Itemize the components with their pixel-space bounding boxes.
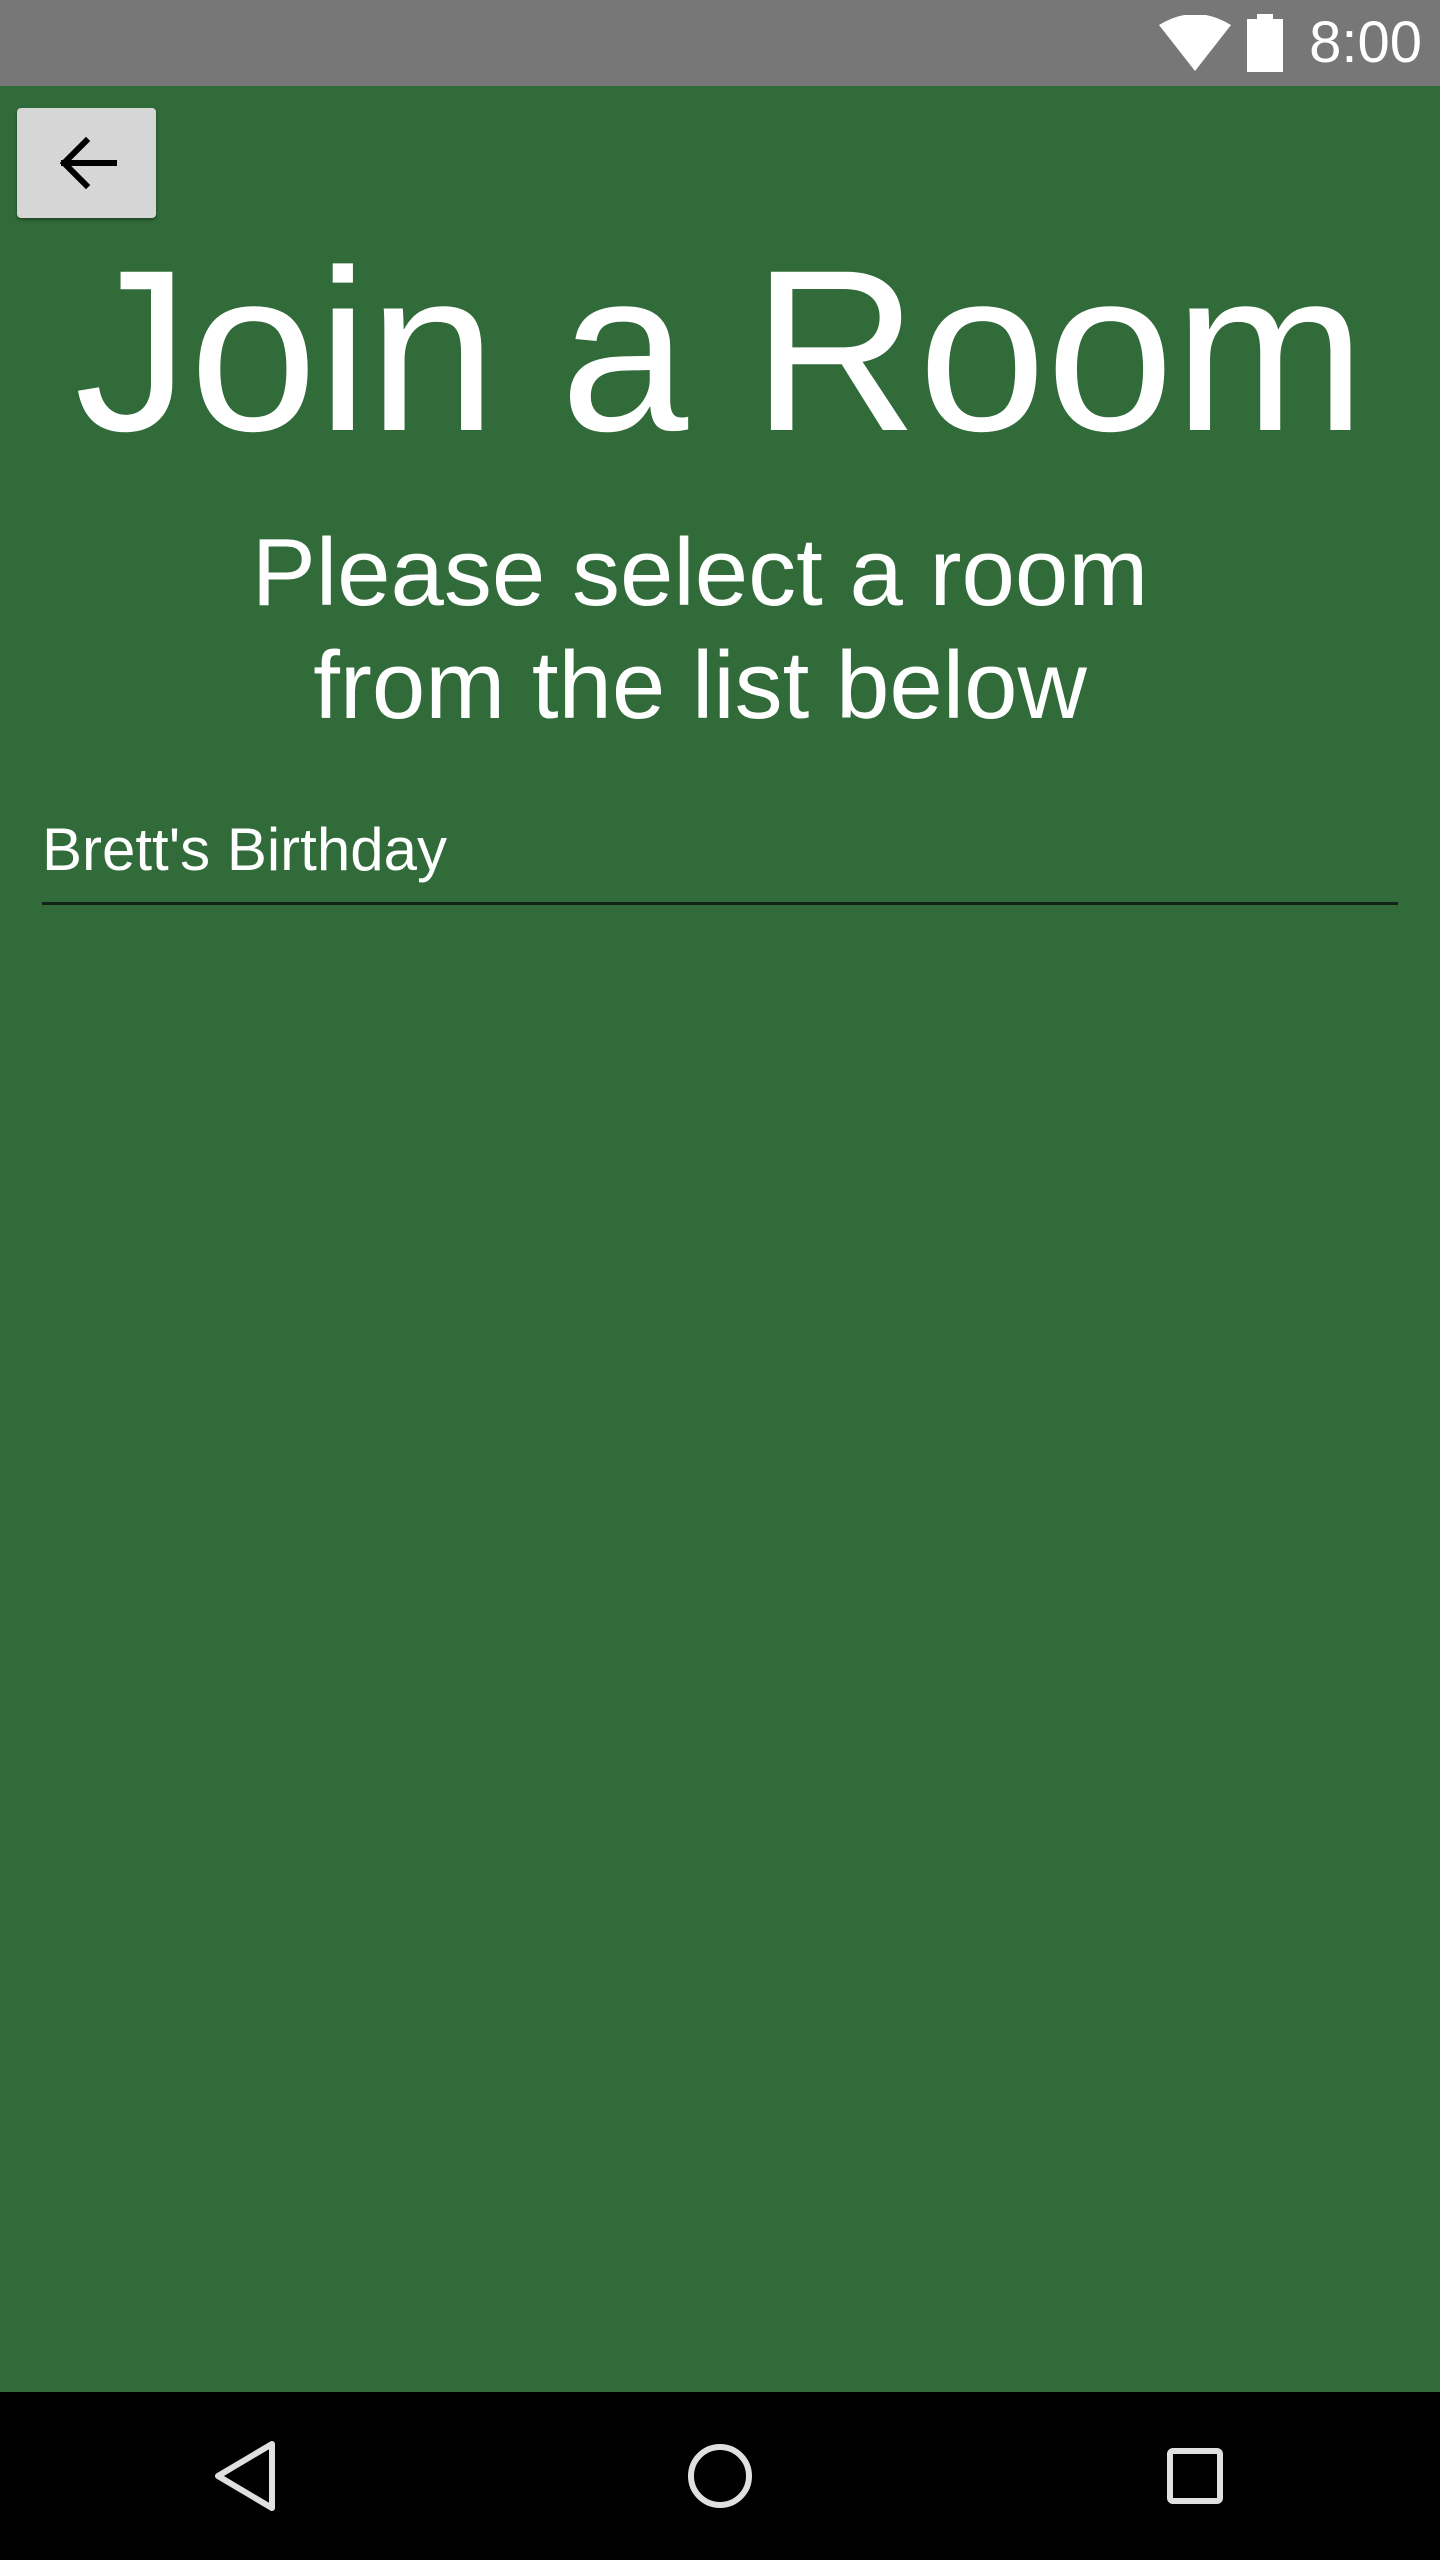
status-icons: 8:00 bbox=[1159, 0, 1422, 86]
page-title: Join a Room bbox=[74, 222, 1366, 479]
nav-recents-button[interactable] bbox=[1135, 2416, 1255, 2536]
page-subtitle: Please select a room from the list below bbox=[251, 519, 1149, 739]
recents-square-icon bbox=[1167, 2448, 1223, 2504]
nav-home-button[interactable] bbox=[660, 2416, 780, 2536]
home-circle-icon bbox=[688, 2444, 752, 2508]
nav-back-button[interactable] bbox=[185, 2416, 305, 2536]
back-triangle-icon bbox=[215, 2441, 275, 2511]
arrow-left-icon bbox=[59, 137, 117, 189]
status-time: 8:00 bbox=[1309, 10, 1422, 75]
room-list: Brett's Birthday bbox=[42, 808, 1398, 905]
battery-icon bbox=[1247, 14, 1284, 72]
list-item-room[interactable]: Brett's Birthday bbox=[42, 808, 1398, 905]
wifi-icon bbox=[1159, 15, 1232, 71]
join-room-screen: Join a Room Please select a room from th… bbox=[0, 86, 1440, 2392]
navigation-bar bbox=[0, 2392, 1440, 2560]
back-button[interactable] bbox=[17, 108, 156, 218]
status-bar: 8:00 bbox=[0, 0, 1440, 86]
